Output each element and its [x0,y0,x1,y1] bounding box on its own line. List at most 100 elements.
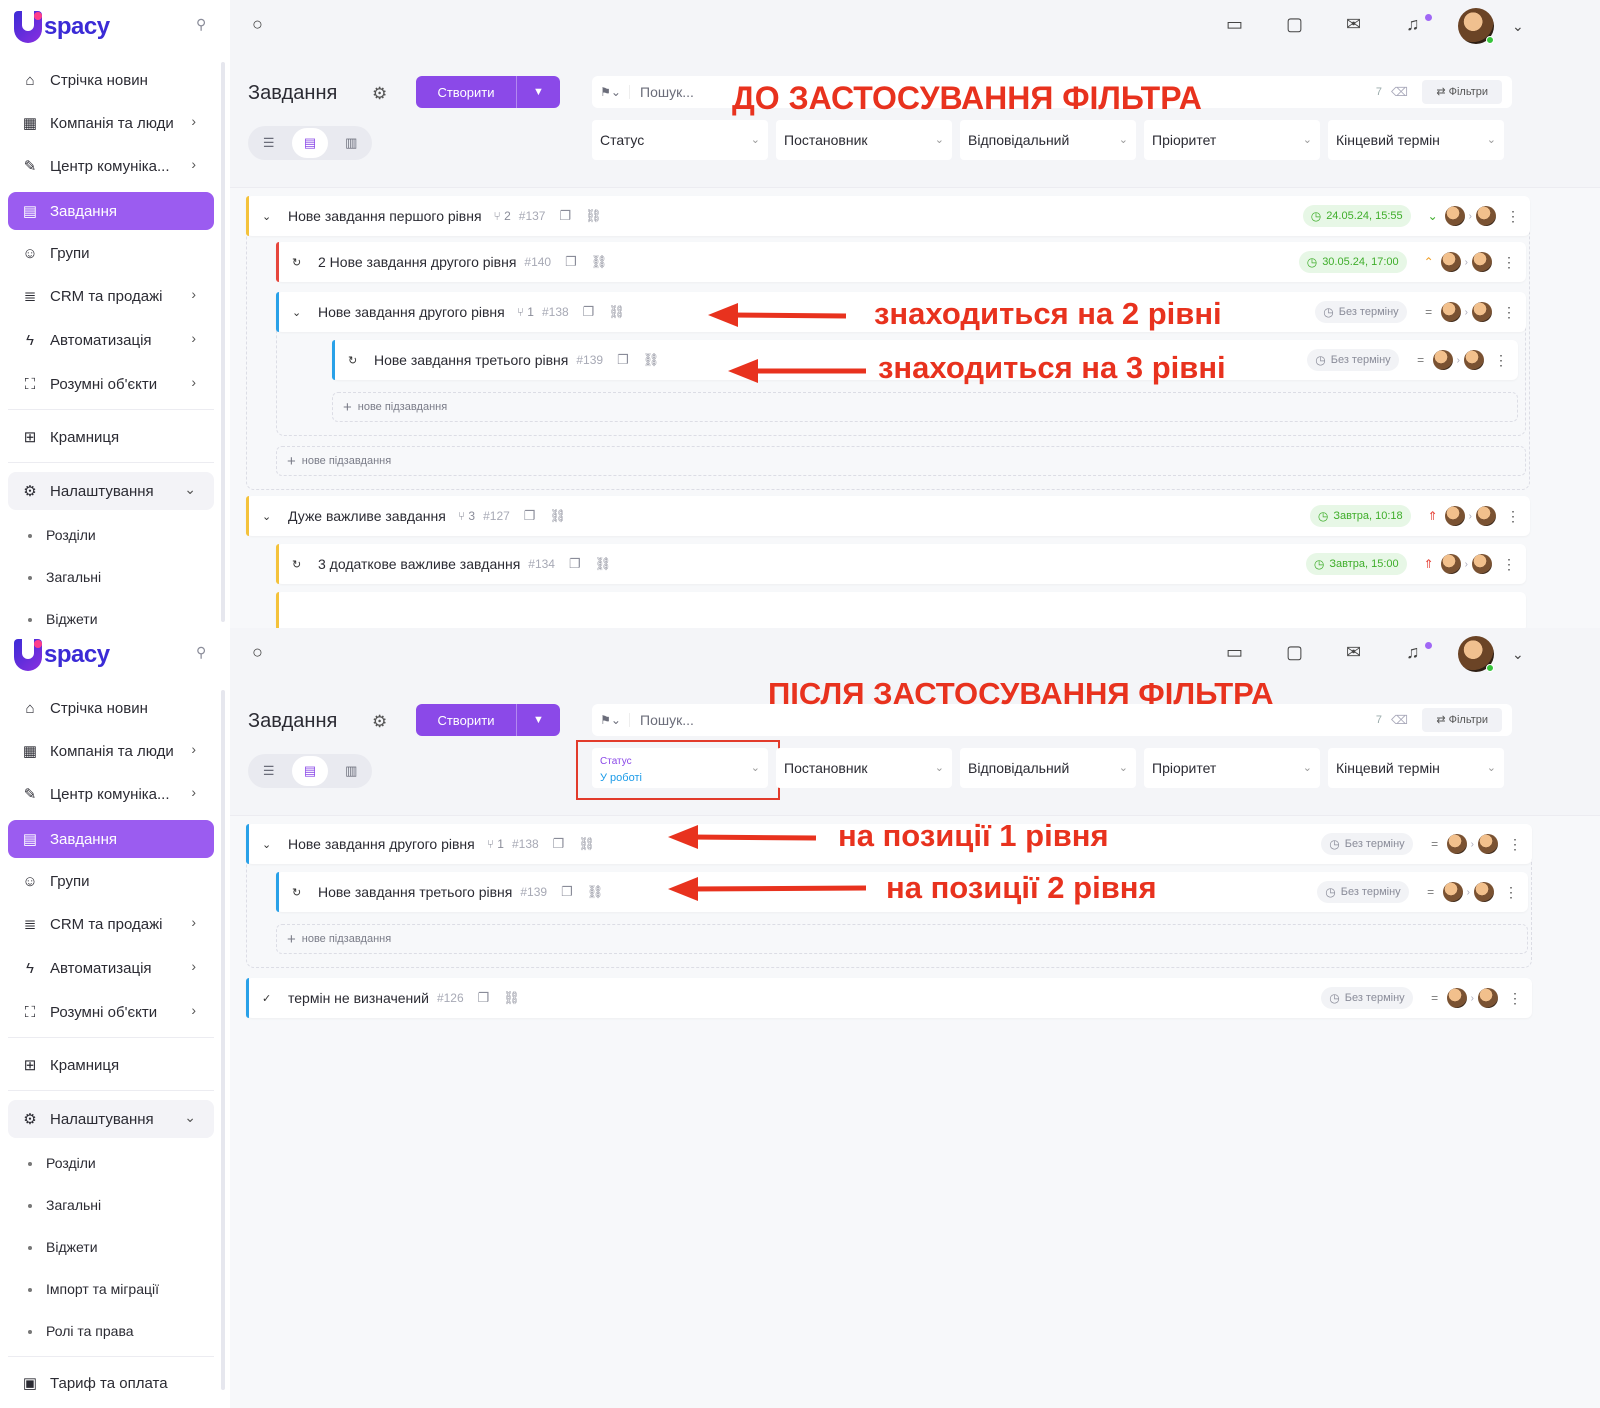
filters-button[interactable]: ⇄ Фільтри [1422,708,1502,732]
pin-icon[interactable]: ⚲ [196,16,206,33]
bell-icon[interactable]: ♫ [1406,642,1420,663]
status-icon[interactable]: ↻ [292,886,308,899]
sidebar-item-billing[interactable]: ▣ Тариф та оплата [8,1364,214,1402]
sidebar-item-groups[interactable]: ☺ Групи [8,862,214,900]
priority-critical-icon[interactable]: ⇑ [1417,557,1441,571]
sidebar-item-company[interactable]: ▦ Компанія та люди › [8,732,214,770]
more-icon[interactable]: ⋮ [1502,254,1516,271]
filter-author[interactable]: Постановник ⌄ [776,120,952,160]
copy-icon[interactable]: ❐ [583,304,595,320]
link-icon[interactable]: ⛓ [503,990,520,1006]
caret-down-icon[interactable]: ▼ [516,76,560,108]
priority-critical-icon[interactable]: ⇑ [1421,509,1445,523]
status-icon[interactable]: ↻ [292,256,308,269]
avatar[interactable] [1478,834,1498,854]
avatar[interactable] [1476,206,1496,226]
settings-sub-widgets[interactable]: Віджети [28,611,98,627]
task-title[interactable]: Нове завдання другого рівня [288,836,475,852]
create-button[interactable]: Створити ▼ [416,704,560,736]
priority-medium-icon[interactable]: = [1417,305,1441,319]
mail-icon[interactable]: ✉ [1346,642,1361,663]
gear-icon[interactable]: ⚙ [372,84,387,104]
deadline-badge[interactable]: ◷ Без терміну [1321,833,1413,855]
priority-high-icon[interactable]: ⌃ [1417,255,1441,269]
priority-medium-icon[interactable]: = [1409,353,1433,367]
link-icon[interactable]: ⛓ [587,884,604,900]
copy-icon[interactable]: ❐ [569,556,581,572]
avatar[interactable] [1446,988,1467,1008]
status-icon[interactable]: ↻ [292,558,308,571]
priority-medium-icon[interactable]: = [1419,885,1443,899]
sidebar-item-store[interactable]: ⊞ Крамниця [8,1046,214,1084]
chevron-down-icon[interactable]: ⌄ [1512,646,1524,663]
priority-low-icon[interactable]: ⌄ [1421,209,1445,223]
avatar[interactable] [1442,882,1463,902]
search-input[interactable]: Пошук... [640,712,694,728]
kanban-view-icon[interactable]: ▥ [333,128,369,158]
avatar[interactable] [1440,302,1461,322]
priority-medium-icon[interactable]: = [1423,991,1447,1005]
more-icon[interactable]: ⋮ [1494,352,1508,369]
sidebar-item-store[interactable]: ⊞ Крамниця [8,418,214,456]
eraser-icon[interactable]: ⌫ [1391,85,1408,99]
messages-icon[interactable]: ▢ [1286,14,1303,35]
more-icon[interactable]: ⋮ [1504,884,1518,901]
copy-icon[interactable]: ❐ [617,352,629,368]
tree-view-icon[interactable]: ▤ [291,128,328,158]
sidebar-item-news[interactable]: ⌂ Стрічка новин [8,689,214,727]
add-subtask-button[interactable]: + нове підзавдання [276,446,1526,476]
add-subtask-button[interactable]: + нове підзавдання [276,924,1528,954]
link-icon[interactable]: ⛓ [595,556,612,572]
copy-icon[interactable]: ❐ [561,884,573,900]
sidebar-item-smart-objects[interactable]: ⛶ Розумні об'єкти › [8,993,214,1031]
list-view-icon[interactable]: ☰ [251,128,287,158]
add-subtask-button[interactable]: + нове підзавдання [332,392,1518,422]
avatar[interactable] [1472,302,1492,322]
settings-sub-sections[interactable]: Розділи [28,1155,96,1171]
filter-priority[interactable]: Пріоритет ⌄ [1144,748,1320,788]
sidebar-item-settings[interactable]: ⚙ Налаштування ⌄ [8,472,214,510]
filter-responsible[interactable]: Відповідальний ⌄ [960,748,1136,788]
filter-deadline[interactable]: Кінцевий термін ⌄ [1328,748,1504,788]
link-icon[interactable]: ⛓ [585,208,602,224]
chevron-down-icon[interactable]: ⌄ [292,306,308,319]
task-title[interactable]: 3 додаткове важливе завдання [318,556,520,572]
filters-button[interactable]: ⇄ Фільтри [1422,80,1502,104]
deadline-badge[interactable]: ◷ Завтра, 10:18 [1309,505,1411,527]
sidebar-item-groups[interactable]: ☺ Групи [8,234,214,272]
tree-view-icon[interactable]: ▤ [291,756,328,786]
sidebar-item-settings[interactable]: ⚙ Налаштування ⌄ [8,1100,214,1138]
messages-icon[interactable]: ▢ [1286,642,1303,663]
deadline-badge[interactable]: ◷ Без терміну [1317,881,1409,903]
link-icon[interactable]: ⛓ [549,508,566,524]
bookmark-icon[interactable]: ⚑⌄ [592,713,630,727]
more-icon[interactable]: ⋮ [1502,304,1516,321]
task-title[interactable]: Нове завдання другого рівня [318,304,505,320]
filter-author[interactable]: Постановник ⌄ [776,748,952,788]
more-icon[interactable]: ⋮ [1508,836,1522,853]
gear-icon[interactable]: ⚙ [372,712,387,732]
task-row[interactable]: ✓ термін не визначений #126 ❐ ⛓ ◷ Без терм… [246,978,1532,1018]
pin-icon[interactable]: ⚲ [196,644,206,661]
sidebar-scrollbar[interactable] [221,62,225,622]
search-input[interactable]: Пошук... [640,84,694,100]
avatar[interactable] [1472,554,1492,574]
avatar[interactable] [1478,988,1498,1008]
caret-down-icon[interactable]: ▼ [516,704,560,736]
link-icon[interactable]: ⛓ [643,352,660,368]
chevron-down-icon[interactable]: ⌄ [1512,18,1524,35]
task-row[interactable]: ⌄ Нове завдання першого рівня ⑂ 2 #137 ❐… [246,196,1530,236]
bell-icon[interactable]: ♫ [1406,14,1420,35]
eraser-icon[interactable]: ⌫ [1391,713,1408,727]
filter-responsible[interactable]: Відповідальний ⌄ [960,120,1136,160]
more-icon[interactable]: ⋮ [1506,508,1520,525]
avatar[interactable] [1432,350,1453,370]
sidebar-item-communication[interactable]: ✎ Центр комуніка... › [8,147,214,185]
sidebar-item-automation[interactable]: ϟ Автоматизація › [8,949,214,987]
task-row[interactable]: ↻ 2 Нове завдання другого рівня #140 ❐ ⛓ … [276,242,1526,282]
settings-sub-roles[interactable]: Ролі та права [28,1323,134,1339]
kanban-view-icon[interactable]: ▥ [333,756,369,786]
sidebar-item-smart-objects[interactable]: ⛶ Розумні об'єкти › [8,365,214,403]
settings-sub-general[interactable]: Загальні [28,1197,101,1213]
sidebar-scrollbar[interactable] [221,690,225,1390]
